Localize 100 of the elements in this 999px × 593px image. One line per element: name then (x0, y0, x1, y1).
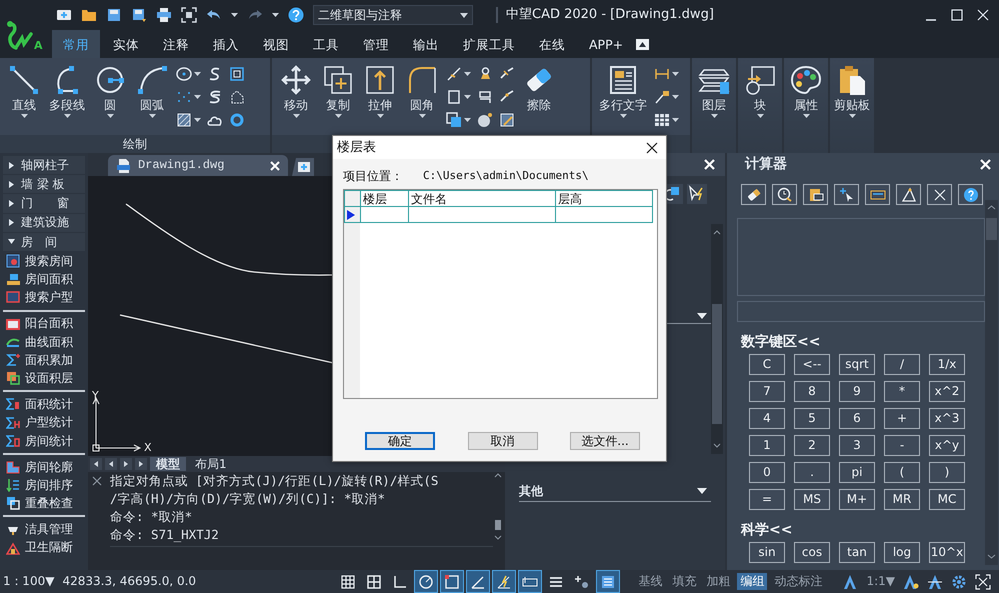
auto-scale-icon[interactable] (927, 574, 943, 590)
sidebar-group[interactable]: 轴网柱子 (3, 156, 85, 174)
ribbon-button[interactable] (475, 110, 495, 130)
calculator-key[interactable]: 9 (839, 380, 875, 402)
ribbon-button[interactable]: 拉伸 (360, 62, 400, 120)
ribbon-button[interactable]: 圆角 (402, 62, 442, 120)
dialog-button[interactable]: 取消 (468, 432, 538, 450)
status-toggle[interactable] (597, 571, 620, 592)
save-icon[interactable] (106, 7, 122, 23)
frame-icon[interactable] (181, 7, 197, 23)
calculator-key[interactable]: * (884, 380, 920, 402)
calculator-key[interactable]: ( (884, 462, 920, 483)
sidebar-item[interactable]: 房间统计 (3, 432, 85, 450)
ribbon-button[interactable]: 圆 (90, 62, 130, 120)
calculator-key[interactable]: MC (929, 488, 965, 510)
ribbon-button[interactable]: 直线 (4, 62, 44, 120)
ribbon-tab[interactable]: 常用 (52, 30, 100, 58)
calculator-key[interactable]: log (884, 542, 920, 563)
annotation-visibility-icon[interactable] (903, 574, 919, 590)
calculator-key[interactable]: 6 (839, 408, 875, 429)
ribbon-tab[interactable]: 工具 (302, 30, 350, 58)
calculator-key[interactable]: ) (929, 462, 965, 483)
sidebar-group[interactable]: 门 窗 (3, 194, 85, 213)
calculator-tool-button[interactable] (803, 184, 828, 205)
sidebar-group[interactable]: 房 间 (3, 232, 85, 251)
calculator-key[interactable]: x^2 (929, 380, 965, 402)
calculator-key[interactable]: MS (794, 488, 830, 510)
calculator-tool-button[interactable] (865, 184, 890, 205)
calculator-key[interactable]: = (749, 488, 785, 510)
ribbon-button[interactable]: 复制 (318, 62, 358, 120)
sidebar-item[interactable]: 房间面积 (3, 270, 85, 288)
calculator-key[interactable]: tan (839, 542, 875, 563)
calculator-key[interactable]: 2 (794, 434, 830, 456)
calculator-key[interactable]: 4 (749, 408, 785, 429)
new-tab-icon[interactable] (292, 158, 314, 176)
calculator-key[interactable]: 7 (749, 380, 785, 402)
sidebar-item[interactable]: 洁具管理 (3, 520, 85, 539)
section-dropdown[interactable]: 其他 (519, 484, 711, 502)
annotation-scale[interactable]: 1:1▼ (866, 574, 895, 589)
previous-icon[interactable] (90, 458, 102, 470)
status-toggle[interactable]: 编组 (737, 573, 768, 590)
sidebar-item[interactable]: 房间轮廓 (3, 458, 85, 476)
layout-tab[interactable]: 布局1 (189, 457, 233, 471)
sidebar-item[interactable]: 重叠检查 (3, 494, 85, 512)
calculator-key[interactable]: <-- (794, 354, 830, 375)
calculator-key[interactable]: 8 (794, 380, 830, 402)
sidebar-item[interactable]: 面积统计 (3, 395, 85, 414)
status-toggle[interactable] (415, 571, 438, 592)
next-icon[interactable] (120, 458, 132, 470)
status-toggle[interactable]: 加粗 (703, 573, 734, 590)
sidebar-item[interactable]: 房间排序 (3, 476, 85, 494)
status-toggle[interactable] (493, 571, 516, 592)
new-file-icon[interactable] (56, 7, 72, 23)
calculator-key[interactable]: pi (839, 462, 875, 483)
calculator-key[interactable]: 10^x (929, 542, 965, 563)
calculator-key[interactable]: . (794, 462, 830, 483)
calculator-key[interactable]: sqrt (839, 354, 875, 375)
calculator-key[interactable]: / (884, 354, 920, 375)
ribbon-tab[interactable]: 输出 (402, 30, 450, 58)
ribbon-button[interactable]: 擦除 (519, 62, 559, 114)
status-toggle[interactable]: 填充 (669, 573, 700, 590)
status-toggle[interactable]: 动态标注 (771, 573, 826, 590)
calculator-key[interactable]: + (884, 408, 920, 429)
fullscreen-icon[interactable] (975, 574, 991, 590)
ribbon-tab[interactable]: 在线 (528, 30, 576, 58)
calculator-key[interactable]: x^y (929, 434, 965, 456)
ribbon-tab[interactable]: APP+ (578, 30, 634, 58)
expression-field[interactable] (737, 301, 985, 322)
section-toggle[interactable]: 数字键区<< (741, 334, 985, 351)
status-toggle[interactable] (441, 571, 464, 592)
layout-tab[interactable]: 模型 (150, 457, 186, 471)
dialog-button[interactable]: 选文件... (570, 432, 640, 450)
calculator-key[interactable]: sin (749, 542, 785, 563)
calculator-key[interactable]: 1/x (929, 354, 965, 375)
ribbon-tab[interactable]: 管理 (352, 30, 400, 58)
collapse-icon[interactable] (636, 38, 650, 50)
ribbon-tab[interactable]: 实体 (102, 30, 150, 58)
calculator-tool-button[interactable] (772, 184, 797, 205)
ribbon-tab[interactable]: 扩展工具 (452, 30, 526, 58)
sidebar-item[interactable]: 搜索户型 (3, 288, 85, 306)
calculator-key[interactable]: MR (884, 488, 920, 510)
calculator-tool-button[interactable] (958, 184, 983, 205)
close-icon[interactable] (646, 142, 658, 154)
maximize-icon[interactable] (951, 9, 963, 21)
sidebar-group[interactable]: 墙 梁 板 (3, 175, 85, 194)
quick-select-icon[interactable] (687, 184, 707, 204)
sidebar-item[interactable]: 搜索房间 (3, 252, 85, 270)
section-toggle[interactable]: 科学<< (741, 522, 985, 539)
calculator-key[interactable]: 0 (749, 462, 785, 483)
sidebar-item[interactable]: 阳台面积 (3, 314, 85, 333)
status-toggle[interactable] (467, 571, 490, 592)
ribbon-tab[interactable]: 注释 (152, 30, 200, 58)
annotation-icon[interactable] (842, 574, 858, 590)
scale-dropdown[interactable]: 1 : 100▼ (3, 574, 54, 589)
calculator-tool-button[interactable] (927, 184, 952, 205)
status-toggle[interactable]: 基线 (635, 573, 666, 590)
calculator-key[interactable]: cos (794, 542, 830, 563)
settings-icon[interactable] (951, 574, 967, 590)
sidebar-item[interactable]: 户型统计 (3, 413, 85, 432)
folder-icon[interactable] (81, 7, 97, 23)
